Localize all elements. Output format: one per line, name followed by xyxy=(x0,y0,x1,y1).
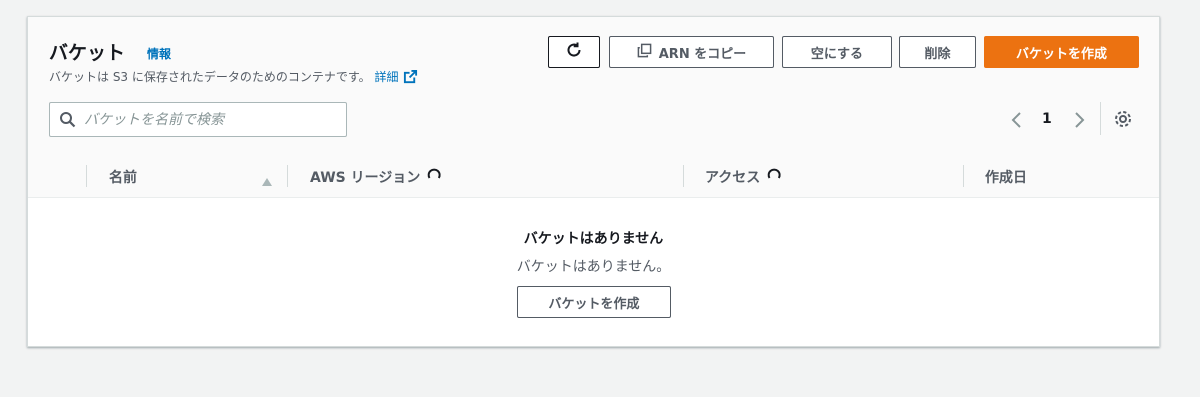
table-header: 名前 AWS リージョン アクセス 作成日 xyxy=(28,156,1159,198)
column-header-access[interactable]: アクセス xyxy=(705,156,781,197)
column-divider xyxy=(683,165,684,187)
sort-ascending-icon[interactable] xyxy=(261,172,273,191)
refresh-button[interactable] xyxy=(548,36,600,68)
panel-header: バケット 情報 バケットは S3 に保存されたデータのためのコンテナです。 詳細… xyxy=(28,17,1159,157)
copy-icon xyxy=(637,43,652,62)
empty-state-title: バケットはありません xyxy=(523,231,664,247)
create-bucket-button[interactable]: バケットを作成 xyxy=(984,36,1139,68)
search-input[interactable] xyxy=(84,103,339,136)
search-icon xyxy=(59,111,76,132)
column-divider xyxy=(287,165,288,187)
learn-more-label: 詳細 xyxy=(374,70,399,84)
column-name-label: 名前 xyxy=(109,169,137,186)
info-link[interactable]: 情報 xyxy=(147,45,171,62)
delete-bucket-button[interactable]: 削除 xyxy=(899,36,976,68)
settings-gear-icon[interactable] xyxy=(1113,109,1133,133)
buckets-panel: バケット 情報 バケットは S3 に保存されたデータのためのコンテナです。 詳細… xyxy=(27,16,1160,347)
copy-arn-button[interactable]: ARN をコピー xyxy=(609,36,774,68)
column-divider xyxy=(86,165,87,187)
column-header-created[interactable]: 作成日 xyxy=(985,156,1027,197)
page-title: バケット xyxy=(49,42,126,64)
learn-more-link[interactable]: 詳細 xyxy=(374,69,418,87)
refresh-icon xyxy=(565,41,583,63)
loading-spinner-icon xyxy=(767,168,781,186)
column-access-label: アクセス xyxy=(705,169,761,186)
external-link-icon xyxy=(403,69,418,87)
empty-state-description: バケットはありません。 xyxy=(516,259,671,275)
column-divider xyxy=(963,165,964,187)
copy-arn-label: ARN をコピー xyxy=(658,46,747,62)
description-text: バケットは S3 に保存されたデータのためのコンテナです。 xyxy=(49,70,371,84)
column-header-name[interactable]: 名前 xyxy=(109,156,137,197)
column-region-label: AWS リージョン xyxy=(310,169,421,186)
empty-create-bucket-button[interactable]: バケットを作成 xyxy=(517,286,671,318)
current-page-number[interactable]: 1 xyxy=(1042,111,1052,127)
loading-spinner-icon xyxy=(427,168,441,186)
divider xyxy=(1100,102,1101,135)
page-description: バケットは S3 に保存されたデータのためのコンテナです。 詳細 xyxy=(49,68,418,87)
empty-bucket-button[interactable]: 空にする xyxy=(782,36,892,68)
previous-page-icon[interactable] xyxy=(1010,111,1024,133)
column-header-region[interactable]: AWS リージョン xyxy=(310,156,441,197)
search-field[interactable] xyxy=(49,102,347,137)
next-page-icon[interactable] xyxy=(1072,111,1086,133)
column-created-label: 作成日 xyxy=(985,169,1027,186)
